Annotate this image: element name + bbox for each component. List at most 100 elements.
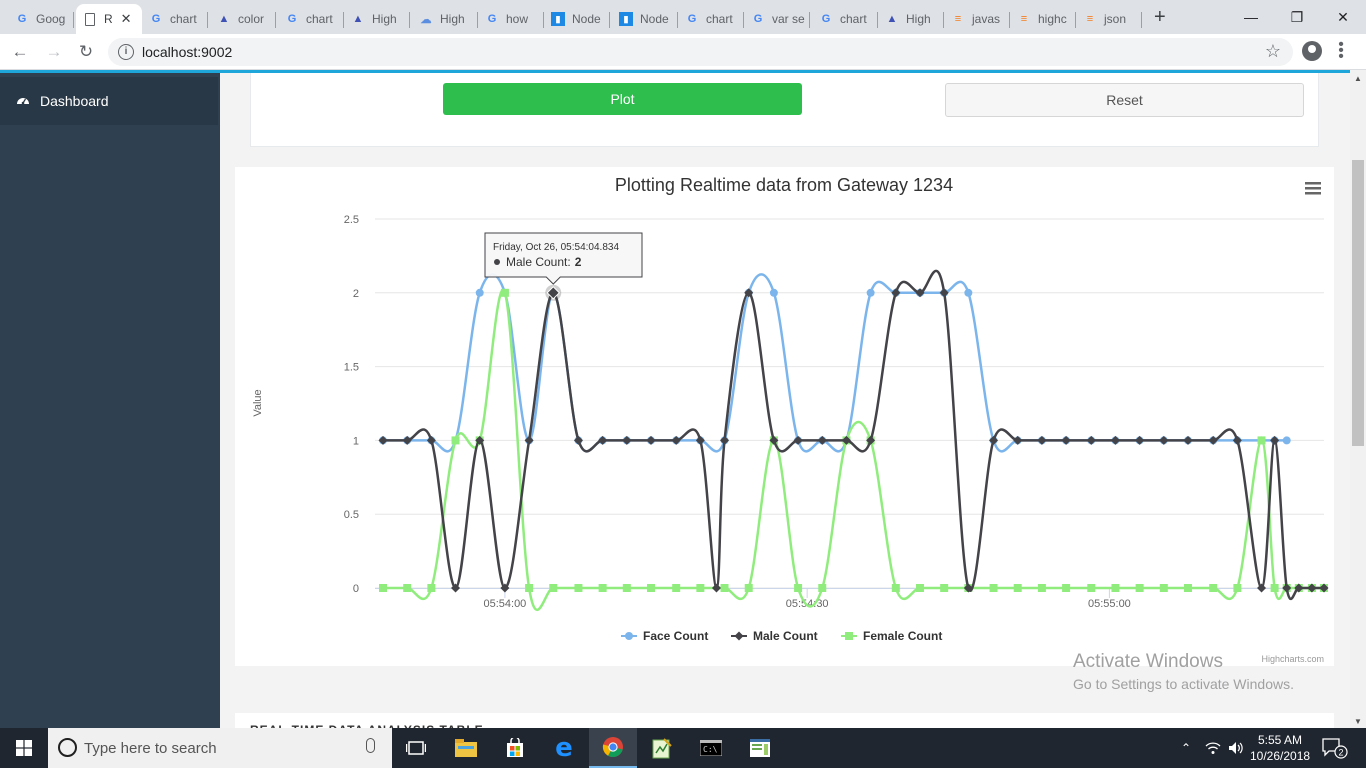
profile-avatar-icon[interactable] bbox=[1302, 41, 1322, 61]
store-icon[interactable] bbox=[491, 728, 539, 768]
browser-tab[interactable]: Gchart bbox=[812, 4, 878, 34]
data-point-marker bbox=[451, 436, 460, 445]
page-scrollbar[interactable]: ▲ ▼ bbox=[1350, 70, 1366, 728]
browser-tab[interactable]: Gchart bbox=[678, 4, 744, 34]
chart-menu-icon[interactable] bbox=[1305, 182, 1321, 195]
browser-tab[interactable]: ▮ Node bbox=[544, 4, 610, 34]
window-app-icon[interactable] bbox=[736, 728, 784, 768]
data-point-marker bbox=[549, 584, 558, 592]
data-point-marker bbox=[793, 435, 803, 445]
sidebar: Dashboard bbox=[0, 73, 220, 728]
data-point-marker bbox=[598, 584, 607, 592]
data-point-marker bbox=[671, 435, 681, 445]
new-tab-button[interactable]: + bbox=[1154, 6, 1166, 29]
data-point-marker bbox=[720, 584, 729, 592]
data-point-marker bbox=[672, 584, 681, 592]
wifi-icon[interactable] bbox=[1205, 728, 1221, 768]
clock-date: 10/26/2018 bbox=[1250, 749, 1311, 763]
task-view-icon[interactable] bbox=[392, 728, 440, 768]
browser-tab[interactable]: ▲ High bbox=[878, 4, 944, 34]
scroll-down-icon[interactable]: ▼ bbox=[1354, 717, 1362, 726]
address-bar[interactable]: i localhost:9002 ☆ bbox=[108, 38, 1293, 66]
legend-item-label[interactable]: Male Count bbox=[753, 629, 818, 643]
data-point-marker bbox=[1270, 435, 1280, 445]
data-point-marker bbox=[1159, 584, 1168, 592]
close-tab-icon[interactable]: ✕ bbox=[121, 11, 132, 27]
chart-card: Plotting Realtime data from Gateway 1234… bbox=[235, 167, 1334, 666]
system-clock[interactable]: 5:55 AM 10/26/2018 bbox=[1250, 732, 1310, 764]
data-point-marker bbox=[1183, 435, 1193, 445]
search-placeholder[interactable]: Type here to search bbox=[84, 740, 217, 757]
browser-tab[interactable]: G Goog bbox=[8, 4, 74, 34]
browser-tab[interactable]: Gchart bbox=[142, 4, 208, 34]
back-icon[interactable]: ← bbox=[8, 40, 32, 64]
microphone-icon[interactable] bbox=[366, 738, 375, 753]
reset-button[interactable]: Reset bbox=[945, 83, 1304, 117]
browser-tab[interactable]: Gvar se bbox=[744, 4, 810, 34]
browser-tab[interactable]: R ✕ bbox=[76, 4, 142, 34]
forward-icon[interactable]: → bbox=[42, 40, 66, 64]
minimize-button[interactable]: — bbox=[1228, 0, 1274, 34]
data-point-marker bbox=[1110, 435, 1120, 445]
browser-tab[interactable]: ≡ json bbox=[1076, 4, 1142, 34]
data-point-marker bbox=[573, 435, 583, 445]
edge-icon[interactable]: e bbox=[540, 728, 588, 768]
scroll-up-icon[interactable]: ▲ bbox=[1354, 74, 1362, 83]
data-point-marker bbox=[1013, 584, 1022, 592]
legend-item-label[interactable]: Female Count bbox=[863, 629, 942, 643]
data-point-marker bbox=[720, 435, 730, 445]
restore-button[interactable]: ❐ bbox=[1274, 0, 1320, 34]
browser-tab[interactable]: ≡ javas bbox=[944, 4, 1010, 34]
windows-logo-icon bbox=[16, 740, 32, 756]
browser-tab[interactable]: ▲ High bbox=[344, 4, 410, 34]
tab-separator bbox=[207, 12, 208, 28]
browser-tab[interactable]: ≡ highc bbox=[1010, 4, 1076, 34]
tooltip-series-name: Male Count: bbox=[506, 255, 571, 269]
show-hidden-icons-chevron[interactable]: ⌃ bbox=[1181, 728, 1191, 768]
data-point-marker bbox=[500, 288, 509, 297]
browser-tab-label: javas bbox=[972, 12, 1001, 26]
browser-tab-label: json bbox=[1104, 12, 1127, 26]
dashboard-icon bbox=[17, 98, 29, 105]
browser-tab[interactable]: Gchart bbox=[278, 4, 344, 34]
file-explorer-icon[interactable] bbox=[442, 728, 490, 768]
bookmark-star-icon[interactable]: ☆ bbox=[1265, 41, 1281, 62]
data-point-marker bbox=[769, 288, 778, 297]
data-point-marker bbox=[1111, 584, 1120, 592]
chrome-icon[interactable] bbox=[589, 728, 637, 768]
browser-menu-icon[interactable]: • • • bbox=[1338, 37, 1344, 65]
data-point-marker bbox=[939, 288, 949, 298]
data-point-marker bbox=[794, 584, 803, 592]
tab-separator bbox=[73, 12, 74, 28]
reload-icon[interactable]: ↻ bbox=[74, 40, 98, 64]
browser-tab[interactable]: Ghow bbox=[478, 4, 544, 34]
site-info-icon[interactable]: i bbox=[118, 44, 134, 60]
taskbar-search-box[interactable]: Type here to search bbox=[48, 728, 392, 768]
data-point-marker bbox=[744, 584, 753, 592]
browser-tab[interactable]: ▲ color bbox=[210, 4, 276, 34]
close-window-button[interactable]: ✕ bbox=[1320, 0, 1366, 34]
google-icon: G bbox=[487, 13, 497, 25]
scrollbar-thumb[interactable] bbox=[1352, 160, 1364, 446]
url-text[interactable]: localhost:9002 bbox=[142, 44, 232, 60]
plot-button[interactable]: Plot bbox=[443, 83, 802, 115]
browser-tab-label: R bbox=[104, 12, 113, 26]
stack-overflow-icon: ≡ bbox=[1086, 13, 1094, 25]
browser-tab-label: color bbox=[238, 12, 265, 26]
volume-icon[interactable] bbox=[1228, 728, 1246, 768]
data-point-marker bbox=[598, 435, 608, 445]
data-point-marker bbox=[379, 584, 387, 592]
data-point-marker bbox=[378, 435, 388, 445]
data-point-marker bbox=[711, 583, 721, 593]
command-prompt-icon[interactable]: C:\ bbox=[687, 728, 735, 768]
legend-item-label[interactable]: Face Count bbox=[643, 629, 708, 643]
editor-app-icon[interactable] bbox=[638, 728, 686, 768]
action-center-icon[interactable]: 2 bbox=[1322, 728, 1348, 768]
data-point-marker bbox=[574, 584, 583, 592]
start-button[interactable] bbox=[0, 728, 48, 768]
browser-tab[interactable]: ☁ High bbox=[412, 4, 478, 34]
browser-tab[interactable]: ▮ Node bbox=[612, 4, 678, 34]
legend-marker bbox=[625, 632, 633, 640]
sidebar-item-dashboard[interactable]: Dashboard bbox=[0, 77, 218, 125]
browser-tab-label: how bbox=[506, 12, 529, 26]
